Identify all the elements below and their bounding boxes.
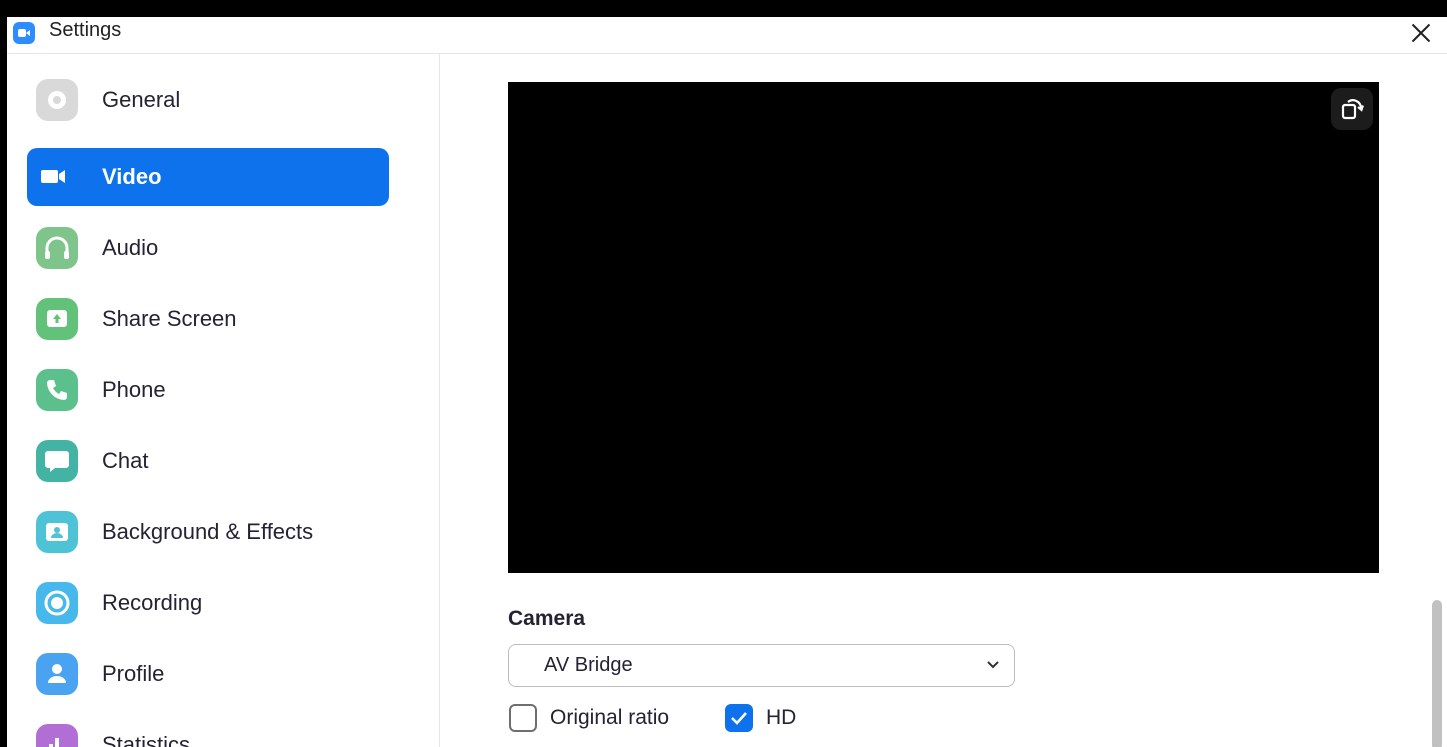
camera-label: Camera bbox=[508, 607, 586, 630]
camera-select[interactable]: AV Bridge bbox=[508, 644, 1015, 687]
original-ratio-checkbox[interactable] bbox=[509, 704, 537, 732]
sidebar-item-label: Chat bbox=[102, 448, 149, 473]
sidebar-item-profile[interactable]: Profile bbox=[27, 645, 389, 703]
title-bar: Settings bbox=[7, 17, 1447, 54]
settings-window: Settings General Video Audio Share Scree… bbox=[7, 17, 1447, 747]
rotate-camera-button[interactable] bbox=[1331, 88, 1373, 130]
chevron-down-icon bbox=[987, 661, 999, 669]
sidebar-item-label: Profile bbox=[102, 661, 165, 686]
sidebar-item-label: General bbox=[102, 87, 181, 112]
zoom-app-icon bbox=[13, 22, 35, 44]
sidebar-item-label: Statistics bbox=[102, 732, 191, 747]
video-settings-panel: Camera AV Bridge Original ratio HD bbox=[441, 54, 1447, 747]
rotate-icon bbox=[1341, 99, 1364, 120]
sidebar-item-chat[interactable]: Chat bbox=[27, 432, 389, 490]
camera-select-value: AV Bridge bbox=[544, 654, 633, 676]
scrollbar[interactable] bbox=[1427, 54, 1447, 747]
sidebar-item-label: Audio bbox=[102, 235, 159, 260]
sidebar-item-background-effects[interactable]: Background & Effects bbox=[27, 503, 389, 561]
sidebar-item-general[interactable]: General bbox=[27, 71, 389, 129]
share-screen-icon bbox=[36, 298, 78, 340]
sidebar-item-recording[interactable]: Recording bbox=[27, 574, 389, 632]
video-camera-icon bbox=[36, 156, 78, 198]
original-ratio-label: Original ratio bbox=[550, 706, 670, 729]
background-effects-icon bbox=[36, 511, 78, 553]
close-button[interactable] bbox=[1409, 21, 1433, 45]
sidebar-item-phone[interactable]: Phone bbox=[27, 361, 389, 419]
sidebar-item-label: Background & Effects bbox=[102, 519, 314, 544]
hd-label: HD bbox=[766, 706, 797, 729]
checkmark-icon bbox=[731, 712, 747, 725]
phone-icon bbox=[36, 369, 78, 411]
sidebar-item-label: Phone bbox=[102, 377, 166, 402]
sidebar-item-video[interactable]: Video bbox=[27, 148, 389, 206]
statistics-icon bbox=[36, 724, 78, 747]
sidebar-item-statistics[interactable]: Statistics bbox=[27, 716, 389, 747]
headphones-icon bbox=[36, 227, 78, 269]
scrollbar-thumb[interactable] bbox=[1432, 600, 1442, 747]
sidebar-item-label: Recording bbox=[102, 590, 203, 615]
sidebar-item-label: Video bbox=[102, 164, 162, 189]
settings-sidebar: General Video Audio Share Screen Phone C… bbox=[7, 54, 440, 747]
hd-checkbox[interactable] bbox=[725, 704, 753, 732]
sidebar-item-share-screen[interactable]: Share Screen bbox=[27, 290, 389, 348]
gear-icon bbox=[36, 79, 78, 121]
camera-preview bbox=[508, 82, 1379, 573]
window-title: Settings bbox=[49, 19, 122, 41]
chat-icon bbox=[36, 440, 78, 482]
sidebar-item-label: Share Screen bbox=[102, 306, 237, 331]
profile-icon bbox=[36, 653, 78, 695]
recording-icon bbox=[36, 582, 78, 624]
sidebar-item-audio[interactable]: Audio bbox=[27, 219, 389, 277]
